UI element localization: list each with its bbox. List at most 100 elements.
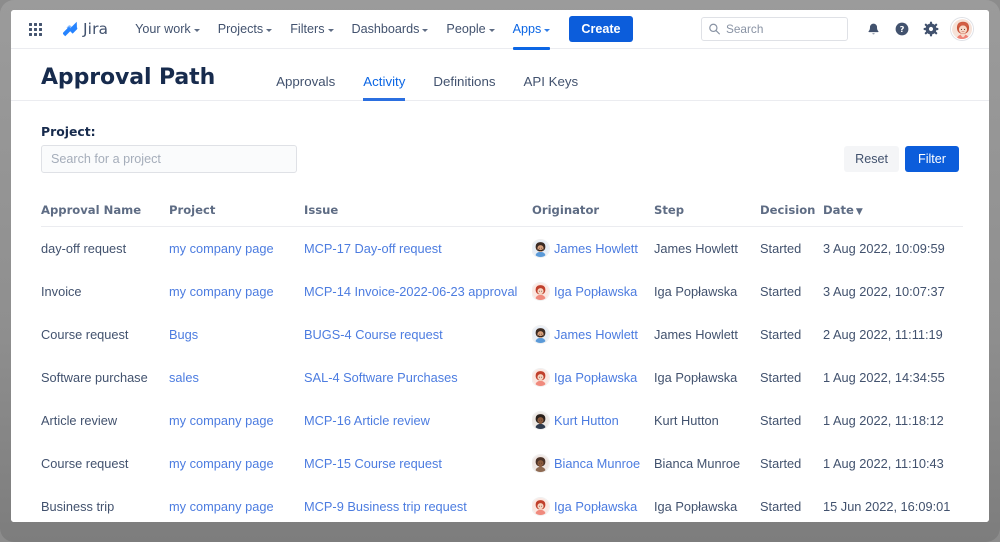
avatar-image	[532, 326, 549, 343]
filter-bar: Project: Reset Filter	[41, 124, 959, 173]
avatar-image	[532, 455, 549, 472]
settings-gear-icon	[923, 21, 939, 37]
chevron-down-icon	[422, 28, 429, 32]
app-switcher-button[interactable]	[22, 16, 48, 42]
page-title: Approval Path	[41, 65, 216, 90]
originator-avatar	[532, 326, 549, 343]
cell-date: 1 Aug 2022, 11:18:12	[823, 413, 944, 428]
project-link[interactable]: my company page	[169, 284, 274, 299]
originator-cell: Kurt Hutton	[532, 412, 654, 429]
browser-window: Jira Your work Projects Filters Dashboar…	[11, 10, 989, 522]
jira-home-link[interactable]: Jira	[57, 18, 112, 40]
table-row: day-off request my company page MCP-17 D…	[41, 227, 963, 271]
tab-definitions[interactable]: Definitions	[420, 74, 508, 100]
column-header-date-label: Date	[823, 203, 854, 217]
page-tabs: Approvals Activity Definitions API Keys	[263, 74, 592, 101]
project-link[interactable]: sales	[169, 370, 199, 385]
originator-avatar	[532, 369, 549, 386]
page-header: Approval Path Approvals Activity Definit…	[11, 49, 989, 101]
project-link[interactable]: Bugs	[169, 327, 198, 342]
cell-decision: Started	[760, 370, 802, 385]
originator-avatar	[532, 240, 549, 257]
nav-item-apps[interactable]: Apps	[504, 10, 560, 50]
cell-step: Iga Popławska	[654, 284, 738, 299]
nav-item-filters[interactable]: Filters	[281, 10, 342, 49]
originator-link[interactable]: Kurt Hutton	[554, 413, 619, 428]
originator-avatar	[532, 283, 549, 300]
project-link[interactable]: my company page	[169, 413, 274, 428]
cell-step: James Howlett	[654, 241, 738, 256]
column-header-project[interactable]: Project	[169, 203, 304, 227]
avatar-image	[532, 283, 549, 300]
cell-approval-name: Course request	[41, 456, 129, 471]
grid-apps-icon	[28, 22, 42, 36]
originator-cell: James Howlett	[532, 240, 654, 257]
issue-link[interactable]: MCP-16 Article review	[304, 413, 430, 428]
column-header-originator[interactable]: Originator	[532, 203, 654, 227]
cell-decision: Started	[760, 413, 802, 428]
create-button[interactable]: Create	[569, 16, 633, 42]
nav-item-dashboards[interactable]: Dashboards	[343, 10, 438, 49]
nav-label: Your work	[135, 22, 191, 36]
global-navigation-bar: Jira Your work Projects Filters Dashboar…	[11, 10, 989, 50]
global-search-box[interactable]	[701, 17, 848, 41]
column-header-step[interactable]: Step	[654, 203, 760, 227]
project-link[interactable]: my company page	[169, 456, 274, 471]
notifications-button[interactable]	[860, 16, 886, 42]
jira-logo-icon	[62, 21, 78, 37]
search-input[interactable]	[726, 22, 847, 36]
originator-link[interactable]: Bianca Munroe	[554, 456, 640, 471]
filter-button[interactable]: Filter	[905, 146, 959, 172]
table-row: Course request Bugs BUGS-4 Course reques…	[41, 313, 963, 356]
project-link[interactable]: my company page	[169, 241, 274, 256]
avatar-image	[532, 240, 549, 257]
tab-api-keys[interactable]: API Keys	[511, 74, 592, 100]
chevron-down-icon	[488, 28, 495, 32]
tab-activity[interactable]: Activity	[350, 74, 418, 101]
tab-approvals[interactable]: Approvals	[263, 74, 348, 100]
issue-link[interactable]: BUGS-4 Course request	[304, 327, 443, 342]
issue-link[interactable]: MCP-14 Invoice-2022-06-23 approval	[304, 284, 517, 299]
nav-item-projects[interactable]: Projects	[209, 10, 282, 49]
originator-link[interactable]: Iga Popławska	[554, 370, 637, 385]
project-link[interactable]: my company page	[169, 499, 274, 514]
column-header-approval-name[interactable]: Approval Name	[41, 203, 169, 227]
originator-avatar	[532, 498, 549, 515]
sort-descending-icon: ▼	[855, 207, 863, 217]
issue-link[interactable]: MCP-15 Course request	[304, 456, 442, 471]
settings-button[interactable]	[918, 16, 944, 42]
nav-item-your-work[interactable]: Your work	[126, 10, 209, 49]
reset-button[interactable]: Reset	[844, 146, 899, 172]
cell-approval-name: Business trip	[41, 485, 169, 522]
device-frame: Jira Your work Projects Filters Dashboar…	[0, 0, 1000, 542]
issue-link[interactable]: SAL-4 Software Purchases	[304, 370, 458, 385]
jira-wordmark: Jira	[83, 20, 109, 38]
avatar-image	[532, 369, 549, 386]
originator-link[interactable]: James Howlett	[554, 327, 638, 342]
nav-item-people[interactable]: People	[437, 10, 503, 49]
column-header-issue[interactable]: Issue	[304, 203, 532, 227]
cell-step: Kurt Hutton	[654, 413, 719, 428]
help-button[interactable]: ?	[889, 16, 915, 42]
table-header-row: Approval Name Project Issue Originator S…	[41, 203, 963, 227]
originator-link[interactable]: Iga Popławska	[554, 284, 637, 299]
issue-link[interactable]: MCP-9 Business trip request	[304, 499, 467, 514]
cell-date: 2 Aug 2022, 11:11:19	[823, 327, 943, 342]
project-search-input[interactable]	[41, 145, 297, 173]
column-header-decision[interactable]: Decision	[760, 203, 823, 227]
chevron-down-icon	[544, 28, 551, 32]
chevron-down-icon	[266, 28, 273, 32]
originator-link[interactable]: Iga Popławska	[554, 499, 637, 514]
project-filter-label: Project:	[41, 124, 96, 139]
filter-actions: Reset Filter	[844, 146, 959, 173]
primary-nav-items: Your work Projects Filters Dashboards Pe…	[126, 10, 633, 50]
issue-link[interactable]: MCP-17 Day-off request	[304, 241, 442, 256]
originator-cell: Iga Popławska	[532, 283, 654, 300]
nav-label: Filters	[290, 22, 325, 36]
table-row: Article review my company page MCP-16 Ar…	[41, 399, 963, 442]
activity-table: Approval Name Project Issue Originator S…	[41, 203, 963, 522]
column-header-date[interactable]: Date ▼	[823, 203, 963, 227]
user-avatar[interactable]	[951, 18, 973, 40]
cell-date: 15 Jun 2022, 16:09:01	[823, 485, 963, 522]
originator-link[interactable]: James Howlett	[554, 241, 638, 256]
